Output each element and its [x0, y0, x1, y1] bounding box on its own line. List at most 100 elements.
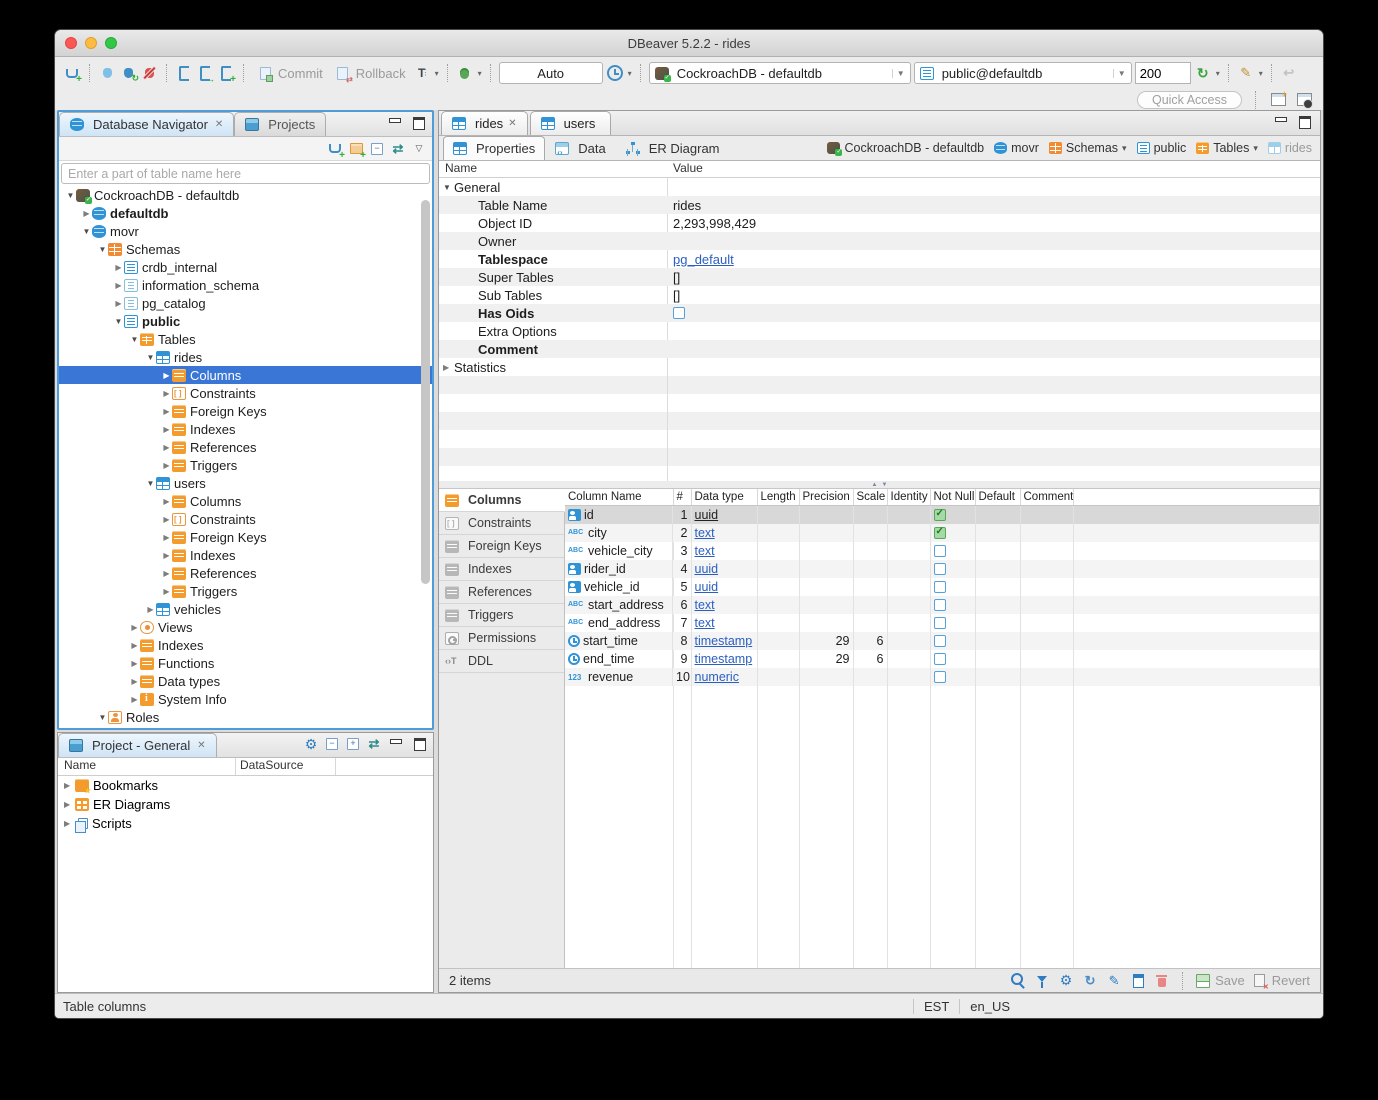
not-null-checkbox[interactable] [934, 635, 946, 647]
grid-tool-icon[interactable] [1129, 972, 1147, 990]
breadcrumb-item[interactable]: movr [994, 141, 1039, 155]
data-type-link[interactable]: text [695, 526, 715, 540]
data-type-link[interactable]: numeric [695, 670, 739, 684]
dropdown-arrow[interactable]: ▾ [628, 69, 632, 78]
grid-row[interactable]: city 2 text [565, 524, 1320, 542]
property-value[interactable]: [] [673, 288, 680, 303]
tree-item[interactable]: Foreign Keys [59, 402, 432, 420]
expand-arrow-icon[interactable] [97, 713, 108, 722]
side-tab[interactable]: References [439, 581, 564, 604]
expand-arrow-icon[interactable]: ▶ [64, 819, 75, 828]
tree-item[interactable]: Indexes [59, 636, 432, 654]
not-null-checkbox[interactable] [934, 617, 946, 629]
close-icon[interactable]: ✕ [215, 119, 223, 130]
navigator-tool-icon[interactable] [326, 140, 344, 158]
breadcrumb-item[interactable]: Schemas [1049, 141, 1127, 155]
expand-arrow-icon[interactable] [129, 695, 140, 704]
editor-subtab[interactable]: Properties [443, 136, 545, 160]
tree-item[interactable]: movr [59, 222, 432, 240]
tree-item[interactable]: Tables [59, 330, 432, 348]
expand-arrow-icon[interactable] [97, 245, 108, 254]
navigator-tool-icon[interactable] [347, 140, 365, 158]
breadcrumb-item[interactable]: public [1137, 141, 1187, 155]
splitter-sash[interactable]: ▲▼ [439, 481, 1320, 489]
tree-item[interactable]: References [59, 438, 432, 456]
tree-item[interactable]: Functions [59, 654, 432, 672]
debug-icon[interactable] [456, 64, 474, 82]
minimize-panel-icon[interactable] [1272, 113, 1290, 131]
expand-arrow-icon[interactable] [161, 569, 172, 578]
tree-item[interactable]: Roles [59, 708, 432, 726]
side-tab[interactable]: Columns [439, 489, 565, 512]
breadcrumb-item[interactable]: Tables [1196, 141, 1258, 155]
breadcrumb-item[interactable]: rides [1268, 141, 1312, 155]
data-type-link[interactable]: timestamp [695, 652, 753, 666]
column-header-name[interactable]: Name [58, 758, 236, 775]
connection-action-icon[interactable] [140, 64, 158, 82]
editor-tab[interactable]: rides ✕ [441, 111, 528, 135]
tree-item[interactable]: Indexes [59, 420, 432, 438]
tree-item[interactable]: Columns [59, 492, 432, 510]
expand-arrow-icon[interactable] [65, 191, 76, 200]
tree-item[interactable]: Constraints [59, 384, 432, 402]
navigator-tool-icon[interactable] [410, 140, 428, 158]
grid-column-header[interactable]: # [673, 489, 691, 505]
open-perspective-icon[interactable] [1269, 91, 1287, 109]
grid-column-header[interactable]: Not Null [930, 489, 975, 505]
has-oids-checkbox[interactable] [673, 307, 685, 319]
navigator-tool-icon[interactable] [368, 140, 386, 158]
sql-editor-icon[interactable] [175, 64, 193, 82]
tab-database-navigator[interactable]: Database Navigator ✕ [59, 112, 234, 136]
tree-item[interactable]: References [59, 564, 432, 582]
data-type-link[interactable]: text [695, 616, 715, 630]
active-schema-select[interactable]: public@defaultdb ▼ [914, 62, 1132, 84]
connection-action-icon[interactable] [119, 64, 137, 82]
expand-arrow-icon[interactable] [161, 587, 172, 596]
header-value[interactable]: Value [667, 161, 703, 177]
editor-subtab[interactable]: ER Diagram [616, 136, 730, 160]
maximize-panel-icon[interactable] [1296, 113, 1314, 131]
property-row[interactable]: Owner [439, 232, 1320, 250]
tree-item[interactable]: crdb_internal [59, 258, 432, 276]
save-button[interactable]: Save [1194, 972, 1245, 990]
grid-column-header[interactable]: Identity [887, 489, 930, 505]
tree-item[interactable]: Constraints [59, 510, 432, 528]
data-type-link[interactable]: text [695, 598, 715, 612]
grid-tool-icon[interactable] [1009, 972, 1027, 990]
grid-column-header[interactable]: Data type [691, 489, 757, 505]
transaction-mode-icon[interactable] [413, 64, 431, 82]
grid-row[interactable]: rider_id 4 uuid [565, 560, 1320, 578]
expand-arrow-icon[interactable] [161, 425, 172, 434]
expand-arrow-icon[interactable] [129, 659, 140, 668]
property-row[interactable]: Comment [439, 340, 1320, 358]
grid-tool-icon[interactable] [1105, 972, 1123, 990]
property-row[interactable]: Table Name rides [439, 196, 1320, 214]
tree-item[interactable]: rides [59, 348, 432, 366]
project-tool-icon[interactable] [302, 735, 320, 753]
tree-item[interactable]: public [59, 312, 432, 330]
expand-arrow-icon[interactable] [443, 183, 454, 192]
expand-arrow-icon[interactable] [129, 623, 140, 632]
grid-row[interactable]: id 1 uuid [565, 505, 1320, 524]
side-tab[interactable]: DDL [439, 650, 564, 673]
project-tool-icon[interactable] [323, 735, 341, 753]
sql-editor-icon[interactable] [217, 64, 235, 82]
dropdown-arrow[interactable]: ▾ [478, 69, 482, 78]
grid-row[interactable]: vehicle_city 3 text [565, 542, 1320, 560]
tree-item[interactable]: Views [59, 618, 432, 636]
property-value[interactable]: pg_default [673, 252, 734, 267]
expand-arrow-icon[interactable] [145, 353, 156, 362]
grid-column-header[interactable]: Length [757, 489, 799, 505]
expand-arrow-icon[interactable] [145, 605, 156, 614]
grid-column-header[interactable]: Column Name [565, 489, 673, 505]
property-value[interactable]: rides [673, 198, 701, 213]
expand-arrow-icon[interactable] [129, 641, 140, 650]
expand-arrow-icon[interactable] [161, 551, 172, 560]
expand-arrow-icon[interactable] [129, 335, 140, 344]
tab-project-general[interactable]: Project - General ✕ [58, 733, 217, 757]
side-tab[interactable]: Foreign Keys [439, 535, 564, 558]
tree-item[interactable]: System Info [59, 690, 432, 708]
expand-arrow-icon[interactable] [81, 227, 92, 236]
active-connection-select[interactable]: CockroachDB - defaultdb ▼ [649, 62, 911, 84]
not-null-checkbox[interactable] [934, 653, 946, 665]
